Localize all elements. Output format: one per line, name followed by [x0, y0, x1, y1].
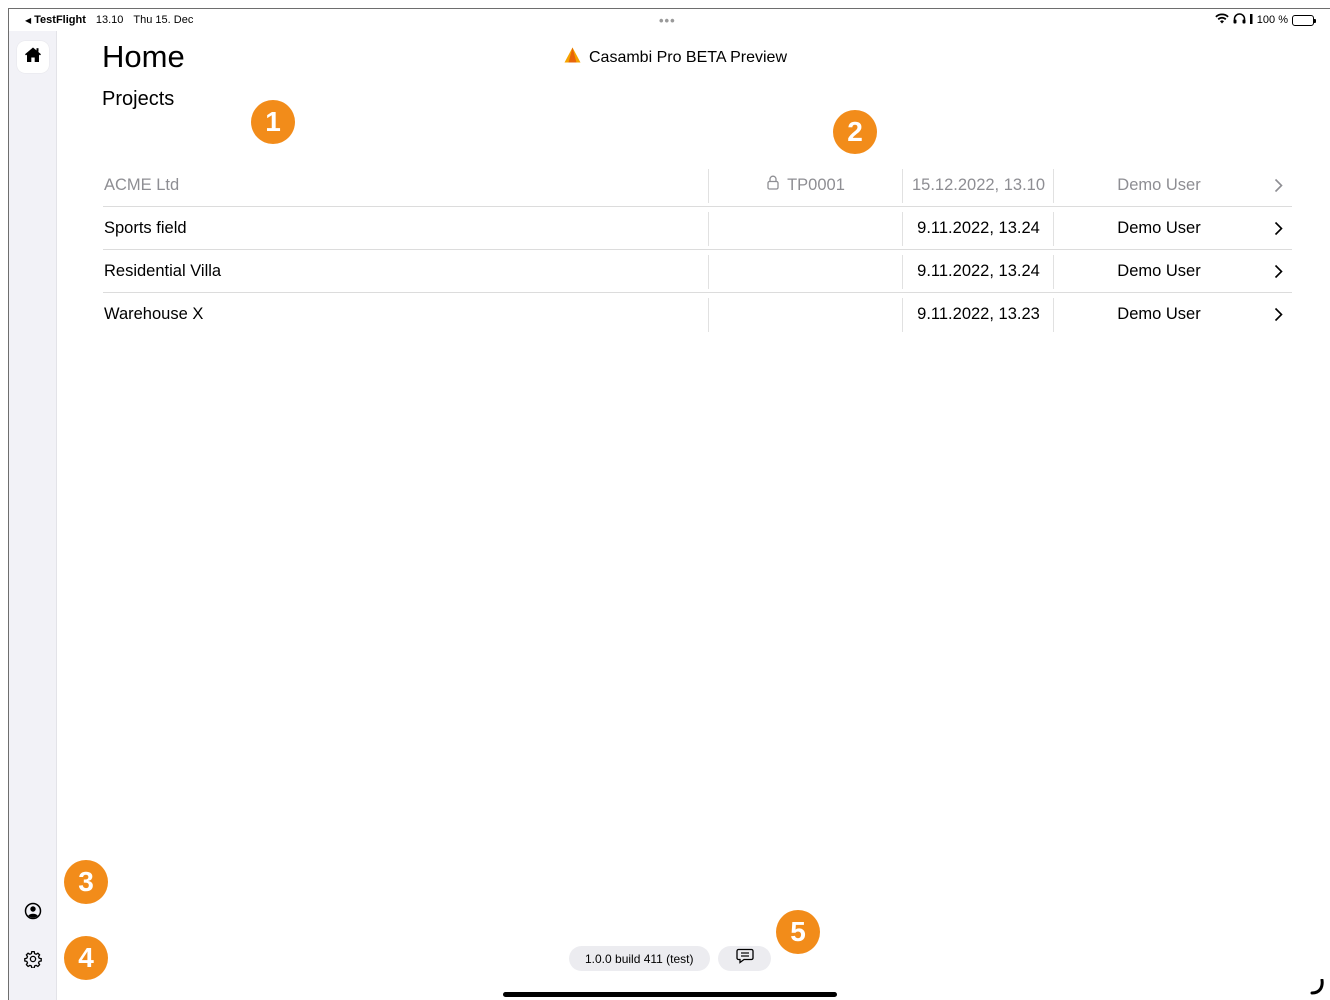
person-circle-icon — [24, 902, 42, 925]
section-title: Projects — [102, 88, 175, 110]
headphones-icon — [1233, 13, 1246, 27]
project-user: Demo User — [1117, 218, 1201, 237]
casambi-logo-icon — [564, 47, 581, 68]
house-icon — [24, 46, 42, 69]
project-user: Demo User — [1117, 175, 1201, 194]
back-to-app-link[interactable]: ◀ TestFlight — [25, 14, 86, 26]
back-app-label: TestFlight — [34, 14, 86, 26]
chevron-right-icon[interactable] — [1264, 164, 1292, 206]
project-name: Residential Villa — [104, 261, 222, 280]
project-code — [709, 250, 903, 292]
gear-icon — [24, 950, 42, 973]
battery-percent: 100 % — [1256, 14, 1288, 26]
table-row[interactable]: ACME Ltd TP0001 15.12.2022, 13.10 Demo U… — [103, 164, 1292, 207]
project-user: Demo User — [1117, 304, 1201, 323]
marker-4: 4 — [64, 936, 108, 980]
battery-icon — [1292, 14, 1316, 26]
table-row[interactable]: Residential Villa 9.11.2022, 13.24 Demo … — [103, 250, 1292, 293]
project-name: Sports field — [104, 218, 187, 237]
sidebar-item-home[interactable] — [17, 41, 49, 73]
project-code-label: TP0001 — [787, 175, 845, 194]
wifi-icon — [1215, 13, 1229, 27]
status-date: Thu 15. Dec — [133, 14, 194, 26]
table-row[interactable]: Warehouse X 9.11.2022, 13.23 Demo User — [103, 293, 1292, 336]
project-user: Demo User — [1117, 261, 1201, 280]
projects-table: ACME Ltd TP0001 15.12.2022, 13.10 Demo U… — [103, 164, 1292, 336]
message-icon — [735, 948, 754, 969]
project-code: TP0001 — [709, 164, 903, 206]
table-row[interactable]: Sports field 9.11.2022, 13.24 Demo User — [103, 207, 1292, 250]
project-modified: 9.11.2022, 13.24 — [917, 261, 1040, 280]
back-triangle-icon: ◀ — [25, 15, 32, 25]
app-title-label: Casambi Pro BETA Preview — [589, 48, 787, 66]
chevron-right-icon[interactable] — [1264, 250, 1292, 292]
app-title: Casambi Pro BETA Preview — [564, 47, 787, 68]
project-modified: 15.12.2022, 13.10 — [911, 175, 1046, 194]
app-window: ◀ TestFlight 13.10 Thu 15. Dec ••• 100 % — [8, 8, 1330, 1000]
status-time: 13.10 — [95, 14, 124, 26]
home-indicator[interactable] — [503, 992, 837, 997]
sidebar-item-account[interactable] — [17, 897, 49, 929]
lock-icon — [767, 175, 779, 195]
page-title: Home — [102, 39, 185, 74]
project-code — [709, 293, 903, 335]
pencil-hook-icon — [1310, 978, 1324, 1000]
marker-5: 5 — [776, 910, 820, 954]
project-name: Warehouse X — [104, 304, 204, 323]
marker-3: 3 — [64, 860, 108, 904]
sidebar — [9, 31, 57, 1000]
version-badge[interactable]: 1.0.0 build 411 (test) — [569, 946, 710, 971]
project-modified: 9.11.2022, 13.24 — [917, 218, 1040, 237]
marker-2: 2 — [833, 110, 877, 154]
sidebar-item-settings[interactable] — [17, 945, 49, 977]
signal-bar-icon — [1249, 13, 1253, 27]
status-bar: ◀ TestFlight 13.10 Thu 15. Dec ••• 100 % — [9, 9, 1330, 31]
project-name: ACME Ltd — [104, 175, 180, 194]
multitasking-dots[interactable]: ••• — [659, 13, 676, 28]
feedback-button[interactable] — [718, 946, 771, 971]
marker-1: 1 — [251, 100, 295, 144]
project-code — [709, 207, 903, 249]
project-modified: 9.11.2022, 13.23 — [917, 304, 1040, 323]
chevron-right-icon[interactable] — [1264, 207, 1292, 249]
chevron-right-icon[interactable] — [1264, 293, 1292, 335]
